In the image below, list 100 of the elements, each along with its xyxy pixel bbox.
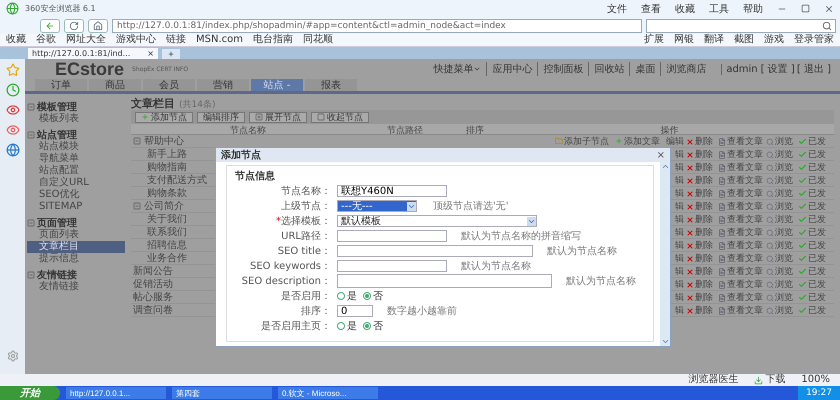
sidebar-item[interactable]: 友情链接	[27, 281, 125, 293]
row-action[interactable]: 辑	[675, 213, 686, 226]
bookmark-link[interactable]: 谷歌	[36, 34, 56, 46]
bookmark-link[interactable]: 网址大全	[66, 34, 106, 46]
row-action[interactable]: 浏览	[766, 213, 798, 226]
taskbar-button[interactable]: 第四套	[172, 387, 272, 399]
bookmark-link[interactable]: MSN.com	[196, 34, 243, 46]
row-action[interactable]: 浏览	[766, 161, 798, 174]
row-action[interactable]: 删除	[686, 278, 718, 291]
text-field[interactable]	[337, 260, 447, 272]
row-action[interactable]: 已发	[798, 135, 832, 148]
row-action[interactable]: 查看文章	[718, 304, 766, 317]
row-action[interactable]: 删除	[686, 213, 718, 226]
row-action[interactable]: 删除	[686, 304, 718, 317]
row-action[interactable]: 浏览	[766, 174, 798, 187]
row-action[interactable]: 辑	[675, 187, 686, 200]
row-action[interactable]: 添加子节点	[555, 134, 609, 148]
row-action[interactable]: 已发	[798, 161, 832, 174]
home-button[interactable]	[88, 18, 108, 32]
header-link[interactable]: 应用中心	[486, 62, 538, 76]
row-action[interactable]: 删除	[686, 161, 718, 174]
scroll-down-icon[interactable]	[660, 337, 670, 346]
row-action[interactable]: 删除	[686, 226, 718, 239]
row-action[interactable]: 已发	[798, 265, 832, 278]
row-action[interactable]: 查看文章	[718, 161, 766, 174]
sidebar-item[interactable]: 站点模块	[27, 141, 125, 153]
header-link[interactable]: 回收站	[588, 62, 630, 76]
row-action[interactable]: 浏览	[766, 148, 798, 161]
sidebar-item[interactable]: 自定义URL	[27, 177, 125, 189]
radio-button[interactable]	[337, 292, 345, 300]
status-item[interactable]: 下载	[754, 374, 786, 386]
row-action[interactable]: 浏览	[766, 226, 798, 239]
row-action[interactable]: 已发	[798, 174, 832, 187]
toolbar-item[interactable]: 截图	[734, 34, 754, 46]
row-action[interactable]: 已发	[798, 278, 832, 291]
bookmark-link[interactable]: 电台指南	[253, 34, 293, 46]
menu-item[interactable]: 工具	[709, 2, 729, 16]
row-action[interactable]: 编辑	[666, 135, 686, 148]
row-action[interactable]: 辑	[675, 252, 686, 265]
toolbar-button[interactable]: 展开节点	[249, 112, 307, 122]
user-account-link[interactable]: admin	[721, 64, 760, 74]
header-link[interactable]: 浏览商店	[660, 62, 712, 76]
toolbar-item[interactable]: 登录管家	[794, 34, 834, 46]
sidebar-item[interactable]: 模板列表	[27, 113, 125, 125]
row-action[interactable]: 查看文章	[718, 200, 766, 213]
status-item[interactable]: 100%	[801, 374, 830, 386]
radio-option[interactable]: 是	[337, 289, 357, 303]
row-action[interactable]: 辑	[675, 304, 686, 317]
toolbar-item[interactable]: 游戏	[764, 34, 784, 46]
header-link[interactable]: 控制面板	[537, 62, 588, 76]
nav-tab[interactable]: 营销	[197, 79, 249, 91]
quick-menu-link[interactable]: 快捷菜单	[428, 62, 486, 76]
row-action[interactable]: 辑	[675, 278, 686, 291]
radio-button[interactable]	[337, 322, 345, 330]
nav-tab[interactable]: 商品	[89, 79, 141, 91]
radio-option[interactable]: 是	[337, 319, 357, 333]
row-action[interactable]: 查看文章	[718, 278, 766, 291]
address-field[interactable]: http://127.0.0.1:81/index.php/shopadmin/#app=content&ctl=admin_node&act=index	[112, 18, 642, 32]
close-icon[interactable]	[824, 4, 834, 14]
row-action[interactable]: 已发	[798, 239, 832, 252]
radio-button[interactable]	[363, 322, 371, 330]
row-action[interactable]: 添加文章	[615, 134, 660, 148]
row-action[interactable]: 查看文章	[718, 187, 766, 200]
header-link[interactable]: 桌面	[629, 62, 660, 76]
user-link[interactable]: [ 退出 ]	[796, 62, 832, 76]
toolbar-item[interactable]: 网银	[674, 34, 694, 46]
nav-tab[interactable]: 会员	[143, 79, 195, 91]
row-action[interactable]: 浏览	[766, 239, 798, 252]
bookmark-link[interactable]: 游戏中心	[116, 34, 156, 46]
select-field[interactable]: 默认模板	[337, 215, 537, 227]
refresh-button[interactable]	[64, 18, 84, 32]
row-action[interactable]: 删除	[686, 135, 718, 148]
toolbar-item[interactable]: 扩展	[644, 34, 664, 46]
menu-item[interactable]: 查看	[641, 2, 661, 16]
scrollbar[interactable]	[660, 162, 670, 346]
row-action[interactable]: 删除	[686, 174, 718, 187]
row-action[interactable]: 查看文章	[718, 239, 766, 252]
row-action[interactable]: 辑	[675, 200, 686, 213]
row-action[interactable]: 已发	[798, 213, 832, 226]
taskbar-button[interactable]: http://127.0.0.1...	[66, 387, 166, 399]
sidebar-item[interactable]: 站点配置	[27, 165, 125, 177]
row-action[interactable]: 浏览	[766, 135, 798, 148]
row-action[interactable]: 已发	[798, 148, 832, 161]
row-action[interactable]: 查看文章	[718, 213, 766, 226]
sidebar-item[interactable]: 文章栏目	[27, 241, 125, 253]
text-field[interactable]: 联想Y460N	[337, 185, 447, 197]
close-button[interactable]: ×	[656, 150, 665, 160]
toolbar-button[interactable]: 添加节点	[135, 112, 193, 122]
row-action[interactable]: 已发	[798, 304, 832, 317]
row-action[interactable]: 删除	[686, 252, 718, 265]
menu-item[interactable]: 文件	[607, 2, 627, 16]
text-field[interactable]	[337, 230, 447, 242]
row-action[interactable]: 辑	[675, 226, 686, 239]
scroll-up-icon[interactable]	[660, 162, 670, 171]
row-action[interactable]: 辑	[675, 265, 686, 278]
select-field[interactable]: ---无---	[337, 200, 417, 212]
toolbar-button[interactable]: 收起节点	[311, 112, 369, 122]
row-action[interactable]: 查看文章	[718, 148, 766, 161]
row-action[interactable]: 辑	[675, 291, 686, 304]
menu-item[interactable]: 帮助	[743, 2, 763, 16]
